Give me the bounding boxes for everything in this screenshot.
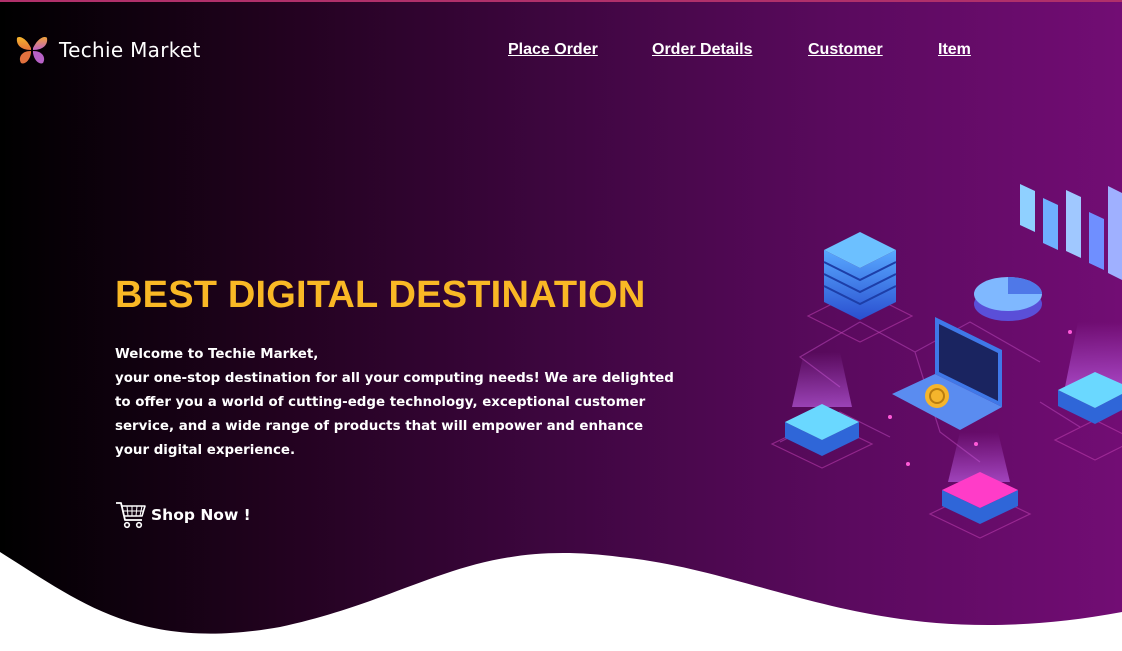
nav-link-order-details[interactable]: Order Details: [652, 41, 752, 59]
hero-headline: BEST DIGITAL DESTINATION: [115, 274, 646, 316]
hero-intro: Welcome to Techie Market, your one-stop …: [115, 343, 675, 463]
nav-link-customer[interactable]: Customer: [808, 41, 883, 59]
shop-now-label: Shop Now !: [151, 506, 251, 524]
shop-now-button[interactable]: Shop Now !: [115, 500, 251, 530]
shopping-cart-icon: [116, 502, 146, 529]
main-nav: Place Order Order Details Customer Item: [0, 41, 1122, 65]
hero-wave-divider: [0, 552, 1122, 651]
hero-description: your one-stop destination for all your c…: [115, 371, 674, 458]
hero-greeting: Welcome to Techie Market,: [115, 347, 319, 362]
isometric-tech-illustration: [770, 184, 1122, 539]
hero-section: Techie Market Place Order Order Details …: [0, 0, 1122, 651]
nav-link-item[interactable]: Item: [938, 41, 971, 59]
nav-link-place-order[interactable]: Place Order: [508, 41, 598, 59]
